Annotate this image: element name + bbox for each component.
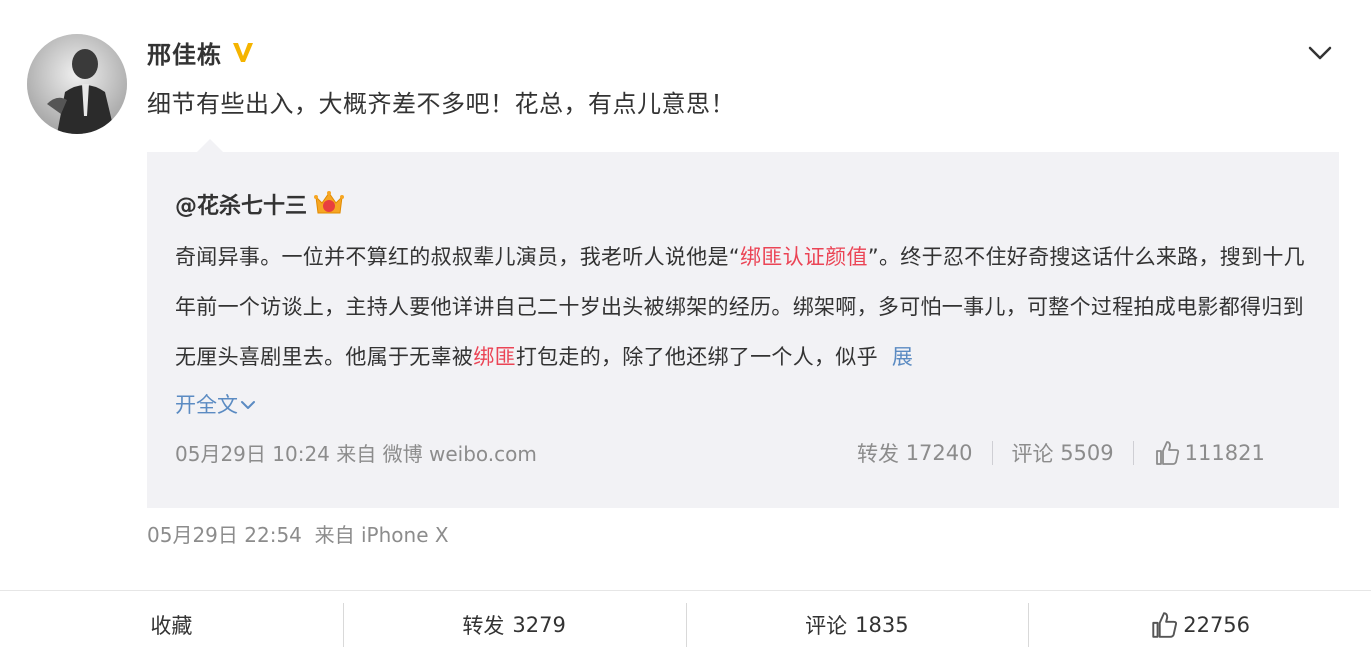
post-menu-chevron-down-icon[interactable]	[1305, 38, 1335, 68]
repost-label: 转发	[462, 614, 505, 638]
crown-icon	[314, 191, 345, 214]
repost-source[interactable]: 微博 weibo.com	[383, 442, 537, 466]
repost-count: 3279	[512, 613, 566, 637]
repost-like-button[interactable]: 111821	[1153, 439, 1265, 467]
comment-count: 1835	[855, 613, 909, 637]
repost-repost-button[interactable]: 转发 17240	[857, 438, 973, 468]
thumbs-up-icon	[1152, 612, 1178, 638]
repost-like-count: 111821	[1184, 441, 1265, 465]
expand-full-text-link-start[interactable]: 展	[892, 345, 913, 369]
topic-link-kidnapper-certified[interactable]: 绑匪认证颜值	[740, 245, 868, 269]
comment-button[interactable]: 评论 1835	[685, 603, 1029, 647]
author-name[interactable]: 邢佳栋	[147, 35, 222, 70]
repost-repost-label: 转发	[857, 442, 899, 466]
post-text: 细节有些出入，大概齐差不多吧！花总，有点儿意思！	[147, 90, 735, 118]
post-action-bar: 收藏 转发 3279 评论 1835 22756	[0, 590, 1371, 658]
favorite-label: 收藏	[150, 614, 193, 638]
repost-meta: 05月29日 10:24 来自 微博 weibo.com	[175, 438, 537, 467]
repost-repost-count: 17240	[905, 441, 973, 465]
repost-text-part3: 打包走的，除了他还绑了一个人，似乎	[515, 345, 878, 369]
author-avatar[interactable]	[27, 34, 127, 134]
thumbs-up-icon	[1155, 441, 1179, 465]
repost-time[interactable]: 05月29日 10:24	[175, 442, 330, 466]
comment-label: 评论	[805, 614, 848, 638]
divider	[991, 441, 993, 465]
divider	[1132, 441, 1134, 465]
avatar-photo	[27, 34, 127, 134]
repost-source-prefix: 来自	[336, 442, 377, 466]
repost-action-bar: 转发 17240 评论 5509 111821	[857, 438, 1317, 468]
post-source-prefix: 来自	[314, 523, 355, 547]
like-button[interactable]: 22756	[1028, 603, 1371, 647]
post-time[interactable]: 05月29日 22:54	[147, 523, 302, 547]
chevron-down-icon	[241, 401, 255, 409]
verified-v-icon	[233, 43, 253, 62]
post-source: iPhone X	[360, 523, 449, 547]
repost-comment-label: 评论	[1011, 442, 1054, 466]
repost-author-name[interactable]: @花杀七十三	[175, 188, 307, 220]
repost-pointer	[196, 139, 224, 153]
expand-full-text-label: 开全文	[175, 393, 238, 417]
expand-full-text-button[interactable]: 开全文	[175, 380, 256, 430]
repost-author-row: @花杀七十三	[175, 186, 345, 222]
repost-text-part1: 奇闻异事。一位并不算红的叔叔辈儿演员，我老听人说他是“	[175, 245, 740, 269]
favorite-button[interactable]: 收藏	[0, 603, 343, 647]
repost-button[interactable]: 转发 3279	[342, 603, 686, 647]
like-count: 22756	[1183, 613, 1251, 637]
weibo-post-card: 邢佳栋 细节有些出入，大概齐差不多吧！花总，有点儿意思！ @花杀七十三 奇闻异事…	[0, 0, 1371, 658]
author-row: 邢佳栋	[147, 34, 256, 70]
repost-text: 奇闻异事。一位并不算红的叔叔辈儿演员，我老听人说他是“绑匪认证颜值”。终于忍不住…	[175, 232, 1305, 382]
reposted-weibo[interactable]: @花杀七十三 奇闻异事。一位并不算红的叔叔辈儿演员，我老听人说他是“绑匪认证颜值…	[147, 152, 1339, 508]
repost-comment-count: 5509	[1060, 441, 1114, 465]
post-meta: 05月29日 22:54 来自 iPhone X	[147, 519, 449, 548]
repost-comment-button[interactable]: 评论 5509	[1012, 438, 1114, 468]
topic-link-kidnapper[interactable]: 绑匪	[473, 345, 516, 369]
